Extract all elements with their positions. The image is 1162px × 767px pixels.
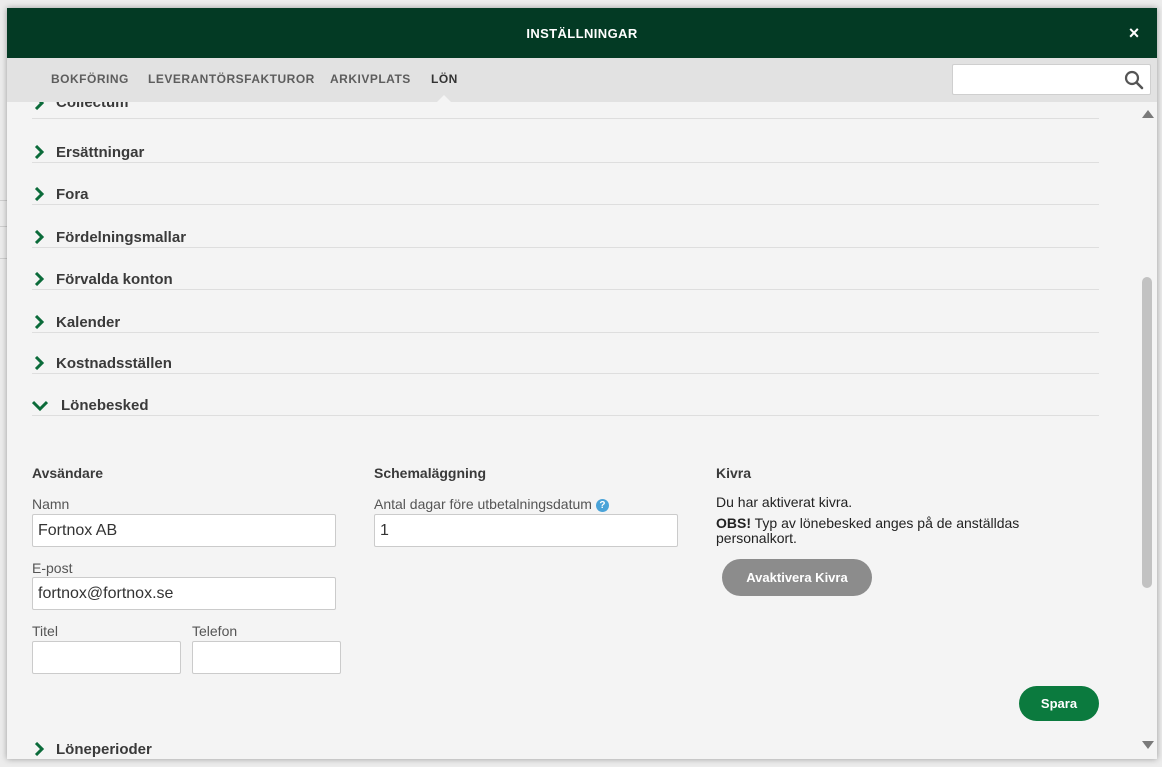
- accordion-fordelningsmallar[interactable]: Fördelningsmallar: [32, 206, 1099, 248]
- close-icon[interactable]: ×: [1125, 24, 1143, 42]
- accordion-label: Fördelningsmallar: [56, 229, 187, 246]
- accordion-loneperioder[interactable]: Löneperioder: [32, 728, 1099, 759]
- accordion-label: Lönebesked: [61, 397, 149, 414]
- accordion-fora[interactable]: Fora: [32, 163, 1099, 205]
- settings-modal: INSTÄLLNINGAR × BOKFÖRING LEVERANTÖRSFAK…: [7, 8, 1157, 759]
- sender-section-title: Avsändare: [32, 465, 104, 481]
- settings-content: Collectum Ersättningar Fora Fördelningsm…: [7, 102, 1137, 759]
- accordion-label: Förvalda konton: [56, 271, 173, 288]
- name-input[interactable]: [32, 514, 336, 547]
- chevron-right-icon: [34, 187, 45, 201]
- chevron-right-icon: [34, 272, 45, 286]
- deactivate-kivra-button[interactable]: Avaktivera Kivra: [722, 559, 872, 596]
- accordion-kalender[interactable]: Kalender: [32, 291, 1099, 333]
- kivra-section-title: Kivra: [716, 465, 752, 481]
- chevron-right-icon: [34, 230, 45, 244]
- tab-lon[interactable]: LÖN: [431, 58, 458, 102]
- kivra-obs-note: OBS! Typ av lönebesked anges på de anstä…: [716, 516, 1076, 546]
- days-before-input[interactable]: [374, 514, 678, 547]
- scrollbar-thumb[interactable]: [1142, 277, 1152, 588]
- search-input[interactable]: [953, 65, 1134, 94]
- obs-label: OBS!: [716, 515, 751, 531]
- tab-arkivplats[interactable]: ARKIVPLATS: [330, 58, 411, 102]
- chevron-right-icon: [34, 102, 45, 110]
- accordion-label: Fora: [56, 186, 89, 203]
- accordion-ersattningar[interactable]: Ersättningar: [32, 121, 1099, 163]
- accordion-label: Ersättningar: [56, 144, 145, 161]
- accordion-forvalda-konton[interactable]: Förvalda konton: [32, 248, 1099, 290]
- chevron-right-icon: [34, 145, 45, 159]
- search-box: [952, 64, 1151, 95]
- tab-bokforing[interactable]: BOKFÖRING: [51, 58, 129, 102]
- modal-header: INSTÄLLNINGAR ×: [7, 8, 1157, 58]
- accordion-label: Kalender: [56, 314, 121, 331]
- scroll-up-arrow-icon[interactable]: [1142, 110, 1154, 118]
- chevron-right-icon: [34, 315, 45, 329]
- accordion-collectum[interactable]: Collectum: [32, 102, 1099, 119]
- obs-text: Typ av lönebesked anges på de anställdas…: [716, 515, 1020, 546]
- modal-title: INSTÄLLNINGAR: [526, 25, 638, 41]
- schedule-section-title: Schemaläggning: [374, 465, 487, 481]
- accordion-label: Collectum: [56, 102, 129, 111]
- accordion-label: Löneperioder: [56, 741, 152, 758]
- days-before-label: Antal dagar före utbetalningsdatum?: [374, 496, 609, 512]
- save-button[interactable]: Spara: [1019, 686, 1099, 721]
- email-label: E-post: [32, 560, 73, 576]
- help-icon[interactable]: ?: [595, 499, 609, 512]
- titel-label: Titel: [32, 623, 58, 639]
- chevron-down-icon: [32, 400, 48, 412]
- kivra-status: Du har aktiverat kivra.: [716, 494, 853, 510]
- scroll-down-arrow-icon[interactable]: [1142, 741, 1154, 749]
- days-before-label-text: Antal dagar före utbetalningsdatum: [374, 496, 592, 512]
- accordion-lonebesked[interactable]: Lönebesked: [32, 374, 1099, 416]
- chevron-right-icon: [34, 356, 45, 370]
- titel-input[interactable]: [32, 641, 181, 674]
- accordion-kostnadsstallen[interactable]: Kostnadsställen: [32, 332, 1099, 374]
- phone-input[interactable]: [192, 641, 341, 674]
- scrollbar[interactable]: [1137, 102, 1157, 759]
- name-label: Namn: [32, 496, 70, 512]
- settings-tabs: BOKFÖRING LEVERANTÖRSFAKTUROR ARKIVPLATS…: [7, 58, 1157, 102]
- chevron-right-icon: [34, 742, 45, 756]
- phone-label: Telefon: [192, 623, 238, 639]
- email-input[interactable]: [32, 577, 336, 610]
- accordion-label: Kostnadsställen: [56, 355, 172, 372]
- search-icon[interactable]: [1124, 70, 1144, 90]
- tab-leverantorsfakturor[interactable]: LEVERANTÖRSFAKTUROR: [148, 58, 315, 102]
